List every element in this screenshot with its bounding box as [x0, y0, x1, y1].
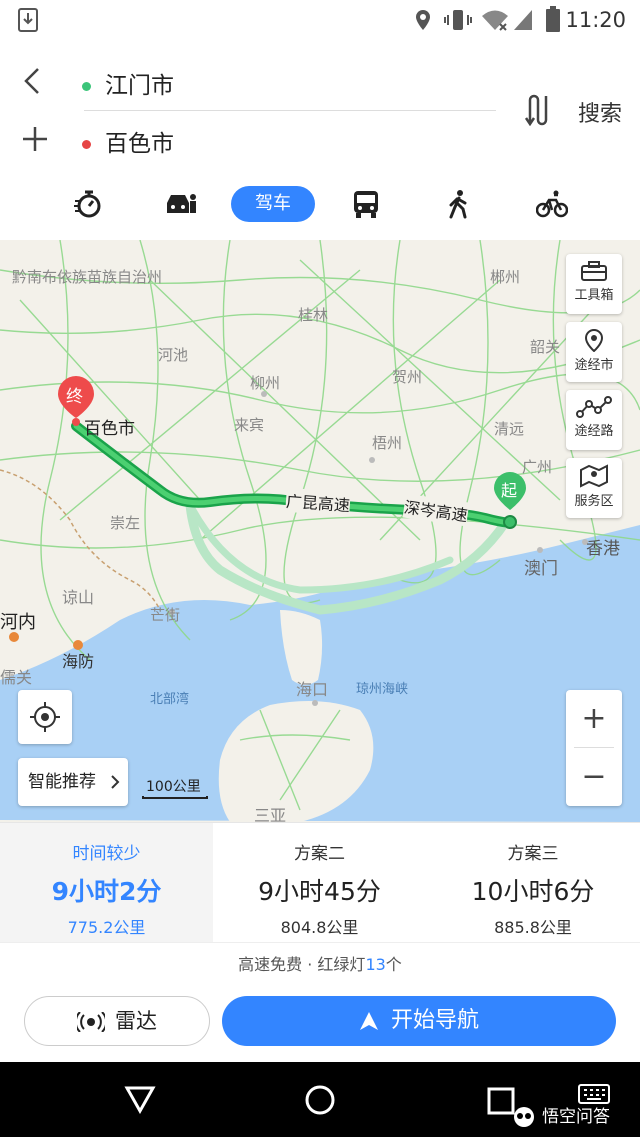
road-label: 广昆高速 [285, 487, 351, 517]
route-plans: 时间较少 9小时2分 775.2公里 方案二 9小时45分 804.8公里 方案… [0, 822, 640, 943]
map-view[interactable]: 黔南布依族苗族自治州 桂林 郴州 河池 柳州 贺州 韶关 来宾 梧州 清远 广州… [0, 240, 640, 822]
map-label: 河池 [158, 346, 189, 364]
zoom-controls: + − [566, 690, 622, 806]
smart-recommend-button[interactable]: 智能推荐 [18, 758, 128, 806]
map-label: 香港 [586, 539, 620, 559]
search-button[interactable]: 搜索 [578, 96, 622, 128]
tab-cycle[interactable] [530, 184, 574, 224]
map-label: 梧州 [372, 434, 403, 452]
navigation-arrow-icon [359, 1012, 378, 1030]
scale-line [142, 796, 208, 799]
download-notification-icon [18, 8, 38, 32]
zoom-out-button[interactable]: − [566, 748, 622, 805]
via-city-button[interactable]: 途经市 [566, 322, 622, 382]
map-label: 柳州 [250, 374, 281, 392]
home-circle-icon[interactable] [304, 1084, 336, 1116]
clock: 11:20 [565, 8, 626, 32]
bicycle-icon [536, 190, 568, 218]
map-canvas [0, 240, 640, 822]
map-label: 儒关 [0, 668, 33, 687]
transport-mode-tabs: 驾车 [0, 170, 640, 240]
back-icon[interactable] [22, 66, 44, 96]
map-label: 谅山 [62, 588, 95, 607]
wifi-icon [482, 10, 508, 31]
start-navigation-button[interactable]: 开始导航 [222, 996, 616, 1046]
origin-dot [82, 82, 91, 91]
swap-icon[interactable] [522, 94, 550, 126]
map-label: 郴州 [490, 268, 521, 286]
tab-bus[interactable] [344, 184, 388, 224]
plan-option-1[interactable]: 时间较少 9小时2分 775.2公里 [0, 823, 213, 943]
map-label: 海口 [296, 680, 329, 699]
destination-dot [82, 140, 91, 149]
map-label: 桂林 [298, 306, 329, 324]
locate-button[interactable] [18, 690, 72, 744]
tab-drive[interactable]: 驾车 [231, 186, 315, 222]
map-label: 来宾 [234, 416, 265, 434]
map-label: 河内 [0, 612, 36, 633]
map-label: 黔南布依族苗族自治州 [12, 268, 163, 286]
battery-icon [546, 6, 560, 32]
map-label: 琼州海峡 [356, 682, 409, 697]
location-pin-icon [584, 328, 604, 352]
wukong-logo-icon [514, 1107, 534, 1127]
system-nav-bar: 悟空问答 [0, 1062, 640, 1137]
locate-icon [30, 702, 60, 732]
map-label: 澳门 [524, 559, 558, 579]
walk-icon [449, 190, 467, 219]
plan-option-2[interactable]: 方案二 9小时45分 804.8公里 [213, 823, 426, 943]
taxi-icon [167, 194, 196, 213]
map-label: 清远 [494, 420, 525, 438]
radar-icon [74, 1011, 108, 1033]
route-panel: 江门市 百色市 搜索 [0, 40, 640, 170]
service-area-button[interactable]: 服务区 [566, 458, 622, 518]
route-nodes-icon [576, 396, 612, 418]
map-label: 崇左 [110, 514, 141, 532]
back-triangle-icon[interactable] [124, 1084, 156, 1114]
map-label: 北部湾 [150, 692, 190, 707]
toolbox-button[interactable]: 工具箱 [566, 254, 622, 314]
tab-walk[interactable] [436, 184, 480, 224]
stopwatch-icon [74, 190, 101, 218]
toolbox-icon [581, 261, 607, 281]
destination-field[interactable]: 百色市 [82, 124, 174, 158]
origin-marker[interactable]: 起 [492, 470, 528, 530]
vibrate-icon [444, 10, 472, 30]
tab-timer[interactable] [66, 184, 110, 224]
action-bar: 雷达 开始导航 [0, 986, 640, 1062]
divider [84, 110, 496, 111]
map-label: 海防 [62, 652, 95, 671]
zoom-in-button[interactable]: + [566, 690, 622, 747]
route-info: 高速免费 · 红绿灯13个 [0, 942, 640, 986]
via-road-button[interactable]: 途经路 [566, 390, 622, 450]
add-waypoint-icon[interactable] [22, 126, 48, 152]
radar-button[interactable]: 雷达 [24, 996, 210, 1046]
watermark: 悟空问答 [510, 1102, 610, 1132]
chevron-right-icon [111, 775, 120, 789]
destination-city-label: 百色市 [84, 419, 135, 439]
map-flag-icon [580, 464, 608, 488]
scale-bar: 100公里 [142, 774, 208, 802]
map-label: 韶关 [530, 338, 561, 356]
bus-icon [354, 191, 378, 218]
location-icon [416, 10, 430, 30]
status-bar: 11:20 [0, 0, 640, 40]
map-label: 贺州 [392, 368, 423, 386]
tab-taxi[interactable] [158, 184, 202, 224]
signal-icon [514, 10, 532, 30]
keyboard-icon[interactable] [578, 1084, 610, 1104]
origin-field[interactable]: 江门市 [82, 66, 174, 100]
plan-option-3[interactable]: 方案三 10小时6分 885.8公里 [426, 823, 640, 943]
map-label: 三亚 [254, 806, 287, 822]
map-label: 芒街 [150, 606, 181, 624]
